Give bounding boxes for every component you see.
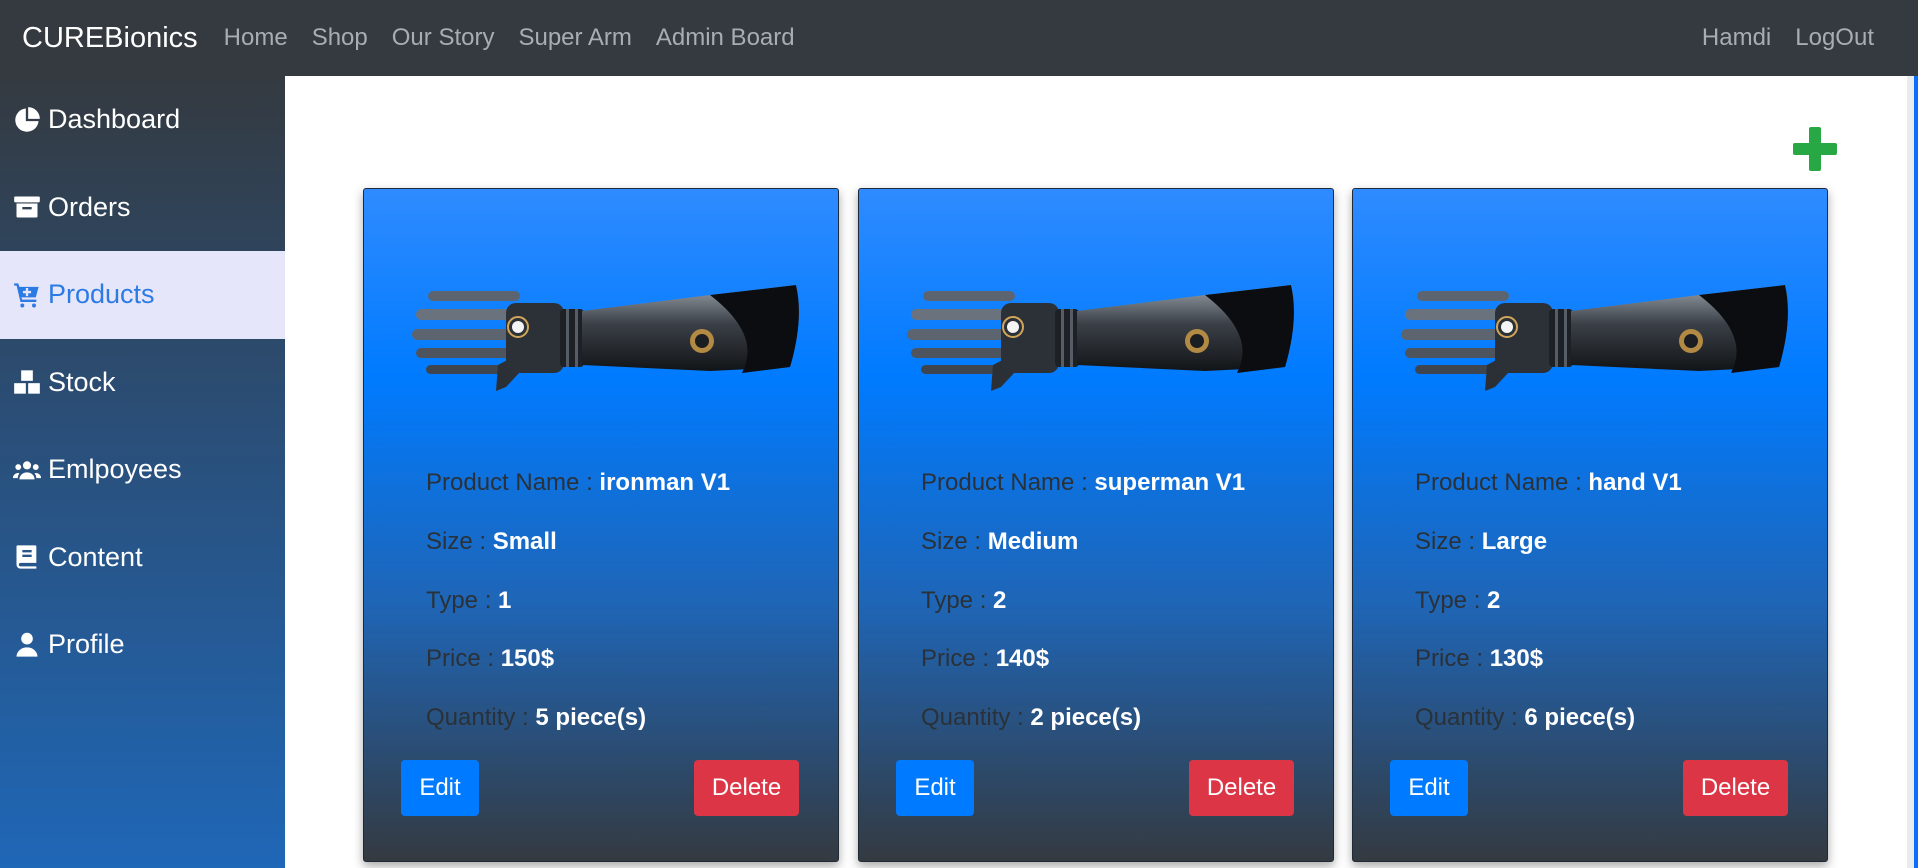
product-name-row: Product Name : hand V1: [1415, 469, 1682, 497]
product-price-value: 150$: [500, 645, 555, 672]
delete-button[interactable]: Delete: [694, 760, 799, 816]
product-type-value: 2: [1487, 587, 1501, 614]
brand-logo[interactable]: CUREBionics: [22, 22, 198, 55]
sidebar-item-label: Stock: [48, 366, 116, 397]
book-icon: [12, 542, 42, 572]
product-quantity-row: Quantity : 2 piece(s): [921, 704, 1141, 732]
nav-user-name[interactable]: Hamdi: [1702, 24, 1771, 52]
pie-chart-icon: [12, 105, 42, 135]
nav-link-super-arm[interactable]: Super Arm: [518, 24, 631, 52]
main-content: Product Name : ironman V1 Size : Small T…: [285, 76, 1907, 868]
boxes-icon: [12, 367, 42, 397]
nav-user-area: Hamdi LogOut: [1690, 0, 1874, 76]
cart-plus-icon: [12, 280, 42, 310]
product-name-value: ironman V1: [599, 469, 731, 496]
scrollbar-edge: [1914, 76, 1918, 868]
product-quantity-row: Quantity : 6 piece(s): [1415, 704, 1635, 732]
sidebar-item-content[interactable]: Content: [0, 514, 285, 602]
product-type-label: Type :: [921, 587, 994, 614]
users-icon: [12, 455, 42, 485]
product-size-value: Large: [1481, 528, 1548, 555]
product-size-label: Size :: [1415, 528, 1482, 555]
product-type-row: Type : 1: [426, 587, 511, 615]
product-size-label: Size :: [426, 528, 493, 555]
robotic-arm-image: [907, 285, 1294, 391]
sidebar-item-dashboard[interactable]: Dashboard: [0, 76, 285, 164]
sidebar-item-label: Orders: [48, 191, 131, 222]
robotic-arm-image: [412, 285, 799, 391]
product-type-value: 1: [498, 587, 512, 614]
archive-box-icon: [12, 192, 42, 222]
user-icon: [12, 630, 42, 660]
product-price-row: Price : 140$: [921, 645, 1049, 673]
product-type-label: Type :: [1415, 587, 1488, 614]
product-name-row: Product Name : ironman V1: [426, 469, 730, 497]
product-price-row: Price : 150$: [426, 645, 554, 673]
delete-button[interactable]: Delete: [1683, 760, 1788, 816]
sidebar: Dashboard Orders Products Stock Emlpoyee…: [0, 76, 285, 868]
plus-icon: [1793, 127, 1837, 171]
nav-links: Home Shop Our Story Super Arm Admin Boar…: [212, 24, 807, 52]
sidebar-item-label: Emlpoyees: [48, 454, 182, 485]
product-price-row: Price : 130$: [1415, 645, 1543, 673]
robotic-arm-image: [1401, 285, 1788, 391]
product-price-label: Price :: [921, 645, 996, 672]
product-card: Product Name : ironman V1 Size : Small T…: [363, 188, 839, 862]
product-type-row: Type : 2: [921, 587, 1006, 615]
product-price-value: 140$: [995, 645, 1050, 672]
nav-link-shop[interactable]: Shop: [312, 24, 368, 52]
sidebar-item-employees[interactable]: Emlpoyees: [0, 426, 285, 514]
edit-button[interactable]: Edit: [401, 760, 479, 816]
product-name-value: superman V1: [1094, 469, 1246, 496]
product-size-row: Size : Large: [1415, 528, 1547, 556]
sidebar-item-label: Products: [48, 279, 155, 310]
product-type-row: Type : 2: [1415, 587, 1500, 615]
nav-link-our-story[interactable]: Our Story: [392, 24, 495, 52]
product-name-row: Product Name : superman V1: [921, 469, 1245, 497]
product-size-value: Medium: [987, 528, 1079, 555]
product-size-value: Small: [492, 528, 557, 555]
edit-button[interactable]: Edit: [1390, 760, 1468, 816]
product-card: Product Name : superman V1 Size : Medium…: [858, 188, 1334, 862]
product-quantity-label: Quantity :: [426, 704, 536, 731]
product-quantity-value: 6 piece(s): [1524, 704, 1636, 731]
edit-button[interactable]: Edit: [896, 760, 974, 816]
product-quantity-label: Quantity :: [921, 704, 1031, 731]
scrollbar[interactable]: [1906, 76, 1918, 868]
product-quantity-value: 5 piece(s): [535, 704, 647, 731]
nav-link-home[interactable]: Home: [224, 24, 288, 52]
sidebar-item-label: Profile: [48, 629, 125, 660]
product-type-value: 2: [993, 587, 1007, 614]
product-size-label: Size :: [921, 528, 988, 555]
nav-link-admin-board[interactable]: Admin Board: [656, 24, 795, 52]
product-price-value: 130$: [1489, 645, 1544, 672]
product-card: Product Name : hand V1 Size : Large Type…: [1352, 188, 1828, 862]
product-price-label: Price :: [426, 645, 501, 672]
sidebar-item-profile[interactable]: Profile: [0, 601, 285, 689]
logout-link[interactable]: LogOut: [1795, 24, 1874, 52]
product-name-label: Product Name :: [1415, 469, 1589, 496]
product-quantity-row: Quantity : 5 piece(s): [426, 704, 646, 732]
product-name-label: Product Name :: [921, 469, 1095, 496]
product-quantity-label: Quantity :: [1415, 704, 1525, 731]
add-product-button[interactable]: [1790, 124, 1840, 174]
sidebar-item-label: Content: [48, 541, 143, 572]
sidebar-item-products[interactable]: Products: [0, 251, 285, 339]
product-size-row: Size : Small: [426, 528, 557, 556]
sidebar-item-orders[interactable]: Orders: [0, 164, 285, 252]
top-navbar: CUREBionics Home Shop Our Story Super Ar…: [0, 0, 1918, 76]
product-name-value: hand V1: [1588, 469, 1682, 496]
product-quantity-value: 2 piece(s): [1030, 704, 1142, 731]
product-type-label: Type :: [426, 587, 499, 614]
product-name-label: Product Name :: [426, 469, 600, 496]
product-price-label: Price :: [1415, 645, 1490, 672]
delete-button[interactable]: Delete: [1189, 760, 1294, 816]
sidebar-item-label: Dashboard: [48, 104, 181, 135]
product-size-row: Size : Medium: [921, 528, 1078, 556]
sidebar-item-stock[interactable]: Stock: [0, 339, 285, 427]
